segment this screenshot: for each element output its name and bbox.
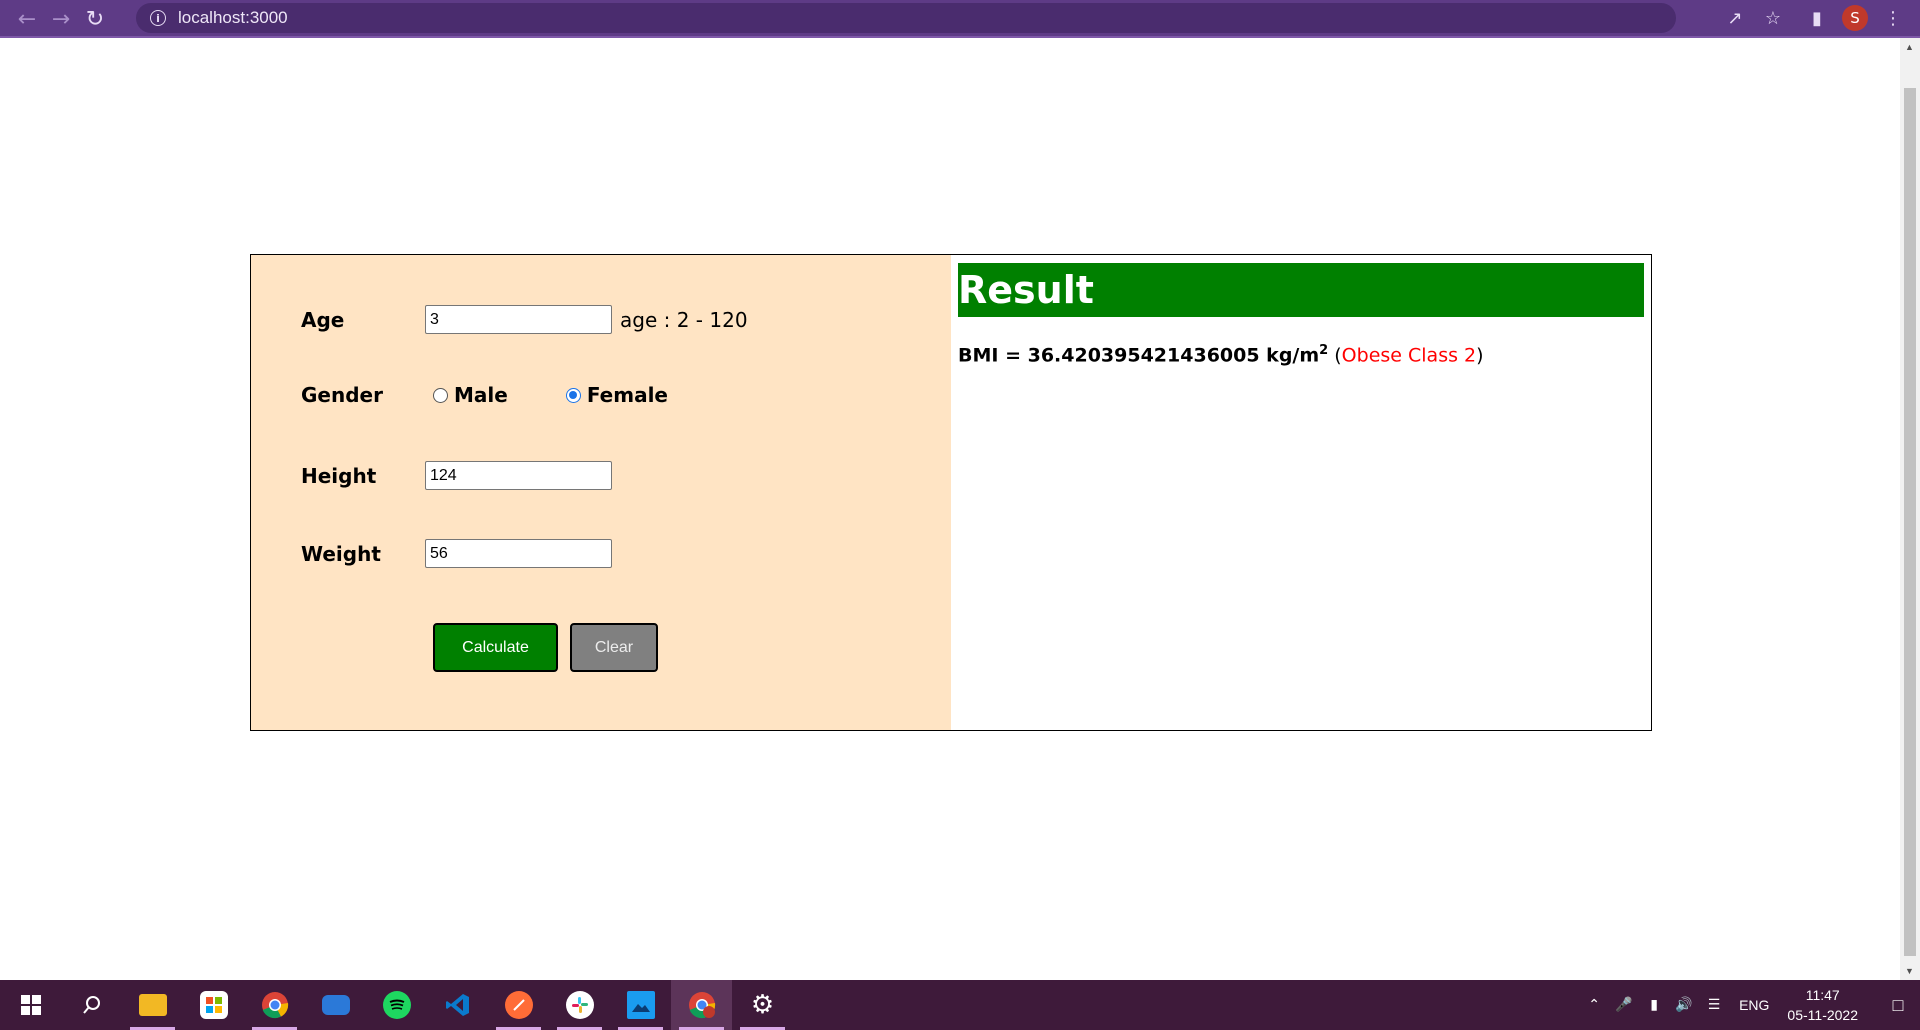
- result-title: Result: [958, 263, 1644, 317]
- taskbar-chrome[interactable]: [244, 980, 305, 1030]
- volume-icon[interactable]: 🔊: [1669, 980, 1699, 1030]
- side-panel-icon[interactable]: ▮: [1798, 3, 1836, 33]
- taskbar-remote-desktop[interactable]: [305, 980, 366, 1030]
- calculate-button[interactable]: Calculate: [433, 623, 558, 672]
- taskbar-spotify[interactable]: [366, 980, 427, 1030]
- site-info-icon[interactable]: i: [150, 10, 166, 26]
- remote-desktop-icon: [321, 995, 350, 1015]
- bmi-calculator: Age age : 2 - 120 Gender Male Female Hei…: [250, 254, 1652, 731]
- male-label: Male: [454, 383, 508, 407]
- bmi-unit-exponent: 2: [1319, 343, 1329, 358]
- weight-label: Weight: [301, 541, 381, 566]
- bookmark-star-icon[interactable]: ☆: [1754, 3, 1792, 33]
- address-bar[interactable]: i localhost:3000: [136, 3, 1676, 33]
- clock[interactable]: 11:47 05-11-2022: [1787, 985, 1858, 1025]
- age-row: Age age : 2 - 120: [301, 305, 748, 334]
- microphone-icon[interactable]: 🎤: [1609, 980, 1639, 1030]
- result-panel: Result BMI = 36.420395421436005 kg/m2 (O…: [951, 255, 1651, 730]
- taskbar-settings[interactable]: ⚙: [732, 980, 793, 1030]
- chevron-up-icon[interactable]: ⌃: [1579, 980, 1609, 1030]
- taskbar-file-explorer[interactable]: [122, 980, 183, 1030]
- close-paren: ): [1476, 344, 1484, 367]
- taskbar-slack[interactable]: [549, 980, 610, 1030]
- windows-start-button[interactable]: [0, 980, 61, 1030]
- open-paren: (: [1328, 344, 1342, 367]
- battery-icon[interactable]: ▮: [1639, 980, 1669, 1030]
- age-hint: age : 2 - 120: [620, 307, 748, 332]
- gear-icon: ⚙: [750, 990, 775, 1020]
- notification-icon[interactable]: □: [1876, 995, 1920, 1016]
- system-tray: ⌃ 🎤 ▮ 🔊 ☰ ENG 11:47 05-11-2022 □: [1579, 980, 1920, 1030]
- menu-kebab-icon[interactable]: ⋮: [1874, 3, 1912, 33]
- gender-male-option[interactable]: Male: [433, 383, 508, 407]
- bmi-value: BMI = 36.420395421436005 kg/m: [958, 344, 1320, 367]
- scroll-up-arrow-icon[interactable]: ▲: [1905, 42, 1914, 52]
- gender-row: Gender Male Female: [301, 383, 668, 407]
- age-label: Age: [301, 307, 345, 332]
- bmi-result: BMI = 36.420395421436005 kg/m2 (Obese Cl…: [958, 343, 1644, 366]
- store-icon: [199, 991, 228, 1019]
- slack-icon: [565, 991, 594, 1019]
- share-icon[interactable]: ↗: [1716, 3, 1754, 33]
- height-row: Height: [301, 461, 612, 490]
- spotify-icon: [382, 991, 411, 1019]
- chrome-profile-icon: [688, 991, 716, 1019]
- input-panel: Age age : 2 - 120 Gender Male Female Hei…: [251, 255, 951, 730]
- clock-time: 11:47: [1805, 987, 1840, 1003]
- height-input[interactable]: [425, 461, 612, 490]
- avatar: S: [1842, 5, 1868, 31]
- button-row: Calculate Clear: [433, 623, 658, 672]
- taskbar: ⚙ ⌃ 🎤 ▮ 🔊 ☰ ENG 11:47 05-11-2022 □: [0, 980, 1920, 1030]
- male-radio[interactable]: [433, 387, 448, 403]
- female-label: Female: [586, 383, 668, 407]
- vscode-icon: [444, 991, 472, 1019]
- female-radio[interactable]: [565, 387, 581, 403]
- clock-date: 05-11-2022: [1787, 1007, 1858, 1023]
- age-input[interactable]: [425, 305, 612, 334]
- taskbar-photos[interactable]: [610, 980, 671, 1030]
- reload-icon[interactable]: ↻: [78, 4, 112, 34]
- forward-arrow-icon[interactable]: →: [44, 4, 78, 34]
- taskbar-vscode[interactable]: [427, 980, 488, 1030]
- chrome-icon: [261, 991, 289, 1019]
- gender-female-option[interactable]: Female: [565, 383, 668, 407]
- search-icon: [78, 991, 106, 1019]
- taskbar-chrome-profile[interactable]: [671, 980, 732, 1030]
- scroll-down-arrow-icon[interactable]: ▼: [1905, 966, 1914, 976]
- wifi-icon[interactable]: ☰: [1699, 980, 1729, 1030]
- language-indicator[interactable]: ENG: [1739, 997, 1769, 1013]
- photos-icon: [626, 991, 655, 1019]
- page-scrollbar[interactable]: ▲ ▼: [1900, 38, 1920, 980]
- taskbar-microsoft-store[interactable]: [183, 980, 244, 1030]
- browser-toolbar: ← → ↻ i localhost:3000 ↗ ☆ ▮ S ⋮: [0, 0, 1920, 38]
- clear-button[interactable]: Clear: [570, 623, 658, 672]
- profile-button[interactable]: S: [1836, 3, 1874, 33]
- back-arrow-icon[interactable]: ←: [10, 4, 44, 34]
- folder-icon: [138, 994, 167, 1016]
- windows-logo-icon: [17, 991, 45, 1019]
- url-text: localhost:3000: [178, 8, 288, 27]
- gender-label: Gender: [301, 383, 383, 407]
- bmi-category: Obese Class 2: [1341, 344, 1477, 367]
- taskbar-postman[interactable]: [488, 980, 549, 1030]
- height-label: Height: [301, 463, 377, 488]
- weight-input[interactable]: [425, 539, 612, 568]
- scroll-thumb[interactable]: [1904, 88, 1916, 956]
- taskbar-search-button[interactable]: [61, 980, 122, 1030]
- weight-row: Weight: [301, 539, 612, 568]
- postman-icon: [504, 991, 533, 1019]
